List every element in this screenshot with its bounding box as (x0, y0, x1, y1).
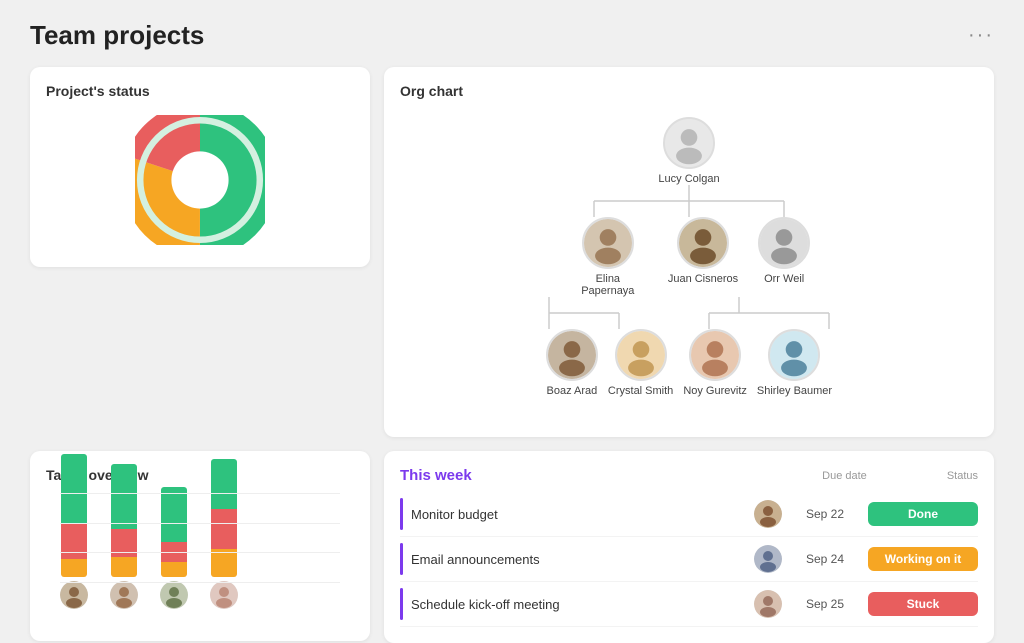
org-name-orr: Orr Weil (764, 273, 804, 285)
org-connector-1 (529, 185, 849, 217)
task-row-1: Monitor budget Sep 22 Done (400, 492, 978, 537)
tasks-overview-card: Tasks overview (30, 451, 370, 641)
org-level-1: Elina Papernaya Juan Cisneros Orr Weil (568, 217, 810, 297)
org-name-root: Lucy Colgan (658, 173, 719, 185)
org-name-shirley: Shirley Baumer (757, 385, 832, 397)
org-avatar-juan (677, 217, 729, 269)
page-header: Team projects ··· (30, 20, 994, 51)
col-status-header: Status (947, 470, 978, 482)
task-avatar-1 (754, 500, 782, 528)
pie-chart (135, 115, 265, 245)
task-status-3: Stuck (868, 592, 978, 616)
org-person-root: Lucy Colgan (658, 117, 719, 185)
bar-group-2 (110, 464, 138, 609)
task-accent-1 (400, 498, 403, 530)
task-due-3: Sep 25 (790, 597, 860, 611)
task-accent-2 (400, 543, 403, 575)
org-person-shirley: Shirley Baumer (757, 329, 832, 397)
this-week-title: This week (400, 467, 472, 484)
org-chart-card: Org chart Lucy Colgan (384, 67, 994, 437)
org-connector-2 (489, 297, 889, 329)
task-name-3: Schedule kick-off meeting (411, 597, 746, 612)
task-avatar-2 (754, 545, 782, 573)
org-avatar-shirley (768, 329, 820, 381)
more-options-button[interactable]: ··· (968, 24, 994, 47)
col-due-header: Due date (822, 470, 867, 482)
page-title: Team projects (30, 20, 204, 51)
bar-avatar-2 (110, 581, 138, 609)
tasks-overview-title: Tasks overview (46, 467, 354, 483)
task-due-1: Sep 22 (790, 507, 860, 521)
this-week-card: This week Due date Status Monitor budget… (384, 451, 994, 643)
bar-avatar-1 (60, 581, 88, 609)
task-status-2: Working on it (868, 547, 978, 571)
org-avatar-noy (689, 329, 741, 381)
project-status-title: Project's status (46, 83, 354, 99)
org-level-2: Boaz Arad Crystal Smith Noy Gurevitz (546, 329, 832, 397)
project-status-card: Project's status (30, 67, 370, 267)
bar-avatar-4 (210, 581, 238, 609)
main-container: Team projects ··· Project's status (0, 0, 1024, 576)
org-person-crystal: Crystal Smith (608, 329, 673, 397)
org-chart-title: Org chart (400, 83, 978, 99)
org-name-noy: Noy Gurevitz (683, 385, 747, 397)
task-row-2: Email announcements Sep 24 Working on it (400, 537, 978, 582)
org-name-crystal: Crystal Smith (608, 385, 673, 397)
task-name-2: Email announcements (411, 552, 746, 567)
org-avatar-crystal (615, 329, 667, 381)
bar-group-4 (210, 459, 238, 609)
task-row-3: Schedule kick-off meeting Sep 25 Stuck (400, 582, 978, 627)
org-avatar-boaz (546, 329, 598, 381)
content-grid: Project's status Org chart (30, 67, 994, 643)
org-avatar-elina (582, 217, 634, 269)
org-person-boaz: Boaz Arad (546, 329, 598, 397)
task-avatar-3 (754, 590, 782, 618)
this-week-col-headers: Due date Status (822, 470, 978, 482)
org-level-root: Lucy Colgan (658, 117, 719, 185)
org-person-elina: Elina Papernaya (568, 217, 648, 297)
bar-group-3 (160, 487, 188, 609)
org-name-elina: Elina Papernaya (568, 273, 648, 297)
task-name-1: Monitor budget (411, 507, 746, 522)
org-name-boaz: Boaz Arad (547, 385, 598, 397)
org-avatar-root (663, 117, 715, 169)
org-person-juan: Juan Cisneros (668, 217, 738, 297)
task-due-2: Sep 24 (790, 552, 860, 566)
bar-group-1 (60, 454, 88, 609)
org-name-juan: Juan Cisneros (668, 273, 738, 285)
org-person-noy: Noy Gurevitz (683, 329, 747, 397)
org-avatar-orr (758, 217, 810, 269)
org-person-orr: Orr Weil (758, 217, 810, 297)
this-week-header: This week Due date Status (400, 467, 978, 484)
bar-chart (46, 493, 354, 613)
org-tree: Lucy Colgan El (400, 109, 978, 397)
bar-avatar-3 (160, 581, 188, 609)
task-status-1: Done (868, 502, 978, 526)
task-accent-3 (400, 588, 403, 620)
pie-container (46, 109, 354, 251)
